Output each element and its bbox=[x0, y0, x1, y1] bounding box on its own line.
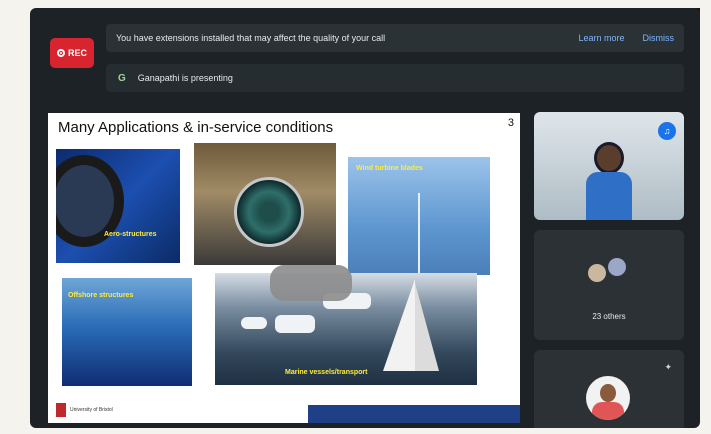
video-overlay-blob bbox=[270, 265, 352, 301]
marine-caption: Marine vessels/transport bbox=[285, 369, 368, 376]
engine-fan-shape bbox=[234, 177, 304, 247]
meeting-window: REC You have extensions installed that m… bbox=[30, 8, 700, 428]
boat-shape bbox=[275, 315, 315, 333]
slide-footer-bar bbox=[308, 405, 520, 423]
aero-caption: Aero-structures bbox=[104, 231, 157, 238]
offshore-caption: Offshore structures bbox=[68, 292, 134, 299]
sail-shape bbox=[383, 279, 415, 371]
avatar bbox=[608, 258, 626, 276]
turbine-tower-shape bbox=[418, 193, 420, 273]
shared-slide: Many Applications & in-service condition… bbox=[48, 113, 520, 423]
presenter-body bbox=[586, 172, 632, 220]
sail-shape bbox=[415, 283, 439, 371]
avatar-face bbox=[600, 384, 616, 402]
logo-text: University of Bristol bbox=[70, 407, 113, 413]
presenting-icon: G bbox=[118, 72, 126, 84]
aero-structures-photo: Aero-structures bbox=[56, 149, 180, 263]
record-icon bbox=[56, 49, 65, 57]
mic-active-icon: ♫ bbox=[658, 122, 676, 140]
presenter-video-tile[interactable]: ♫ bbox=[534, 112, 684, 220]
presenting-bar: G Ganapathi is presenting bbox=[106, 64, 684, 92]
engine-photo bbox=[194, 143, 336, 265]
slide-page-number: 3 bbox=[507, 117, 514, 129]
participant-tile[interactable]: ✦ bbox=[534, 350, 684, 428]
presenting-text: Ganapathi is presenting bbox=[137, 73, 233, 83]
avatar bbox=[586, 376, 630, 420]
slide-title: Many Applications & in-service condition… bbox=[58, 119, 334, 136]
offshore-photo: Offshore structures bbox=[62, 278, 192, 386]
wind-turbine-photo: Wind turbine blades bbox=[348, 157, 490, 275]
presenter-head bbox=[594, 142, 624, 174]
others-count-label: 23 others bbox=[592, 312, 626, 321]
university-logo: University of Bristol bbox=[56, 403, 114, 417]
boat-shape bbox=[241, 317, 267, 329]
banner-message: You have extensions installed that may a… bbox=[116, 33, 386, 43]
logo-mark-icon bbox=[56, 403, 66, 417]
others-avatars bbox=[588, 258, 630, 288]
avatar bbox=[588, 264, 606, 282]
recording-indicator[interactable]: REC bbox=[50, 38, 94, 68]
wind-caption: Wind turbine blades bbox=[356, 165, 423, 172]
avatar-body bbox=[592, 402, 624, 420]
recording-label: REC bbox=[67, 48, 87, 58]
pin-icon[interactable]: ✦ bbox=[664, 362, 672, 373]
dismiss-button[interactable]: Dismiss bbox=[643, 33, 675, 43]
learn-more-link[interactable]: Learn more bbox=[578, 33, 624, 43]
presenter-video bbox=[586, 142, 632, 220]
others-tile[interactable]: 23 others bbox=[534, 230, 684, 340]
extension-warning-banner: You have extensions installed that may a… bbox=[106, 24, 684, 52]
